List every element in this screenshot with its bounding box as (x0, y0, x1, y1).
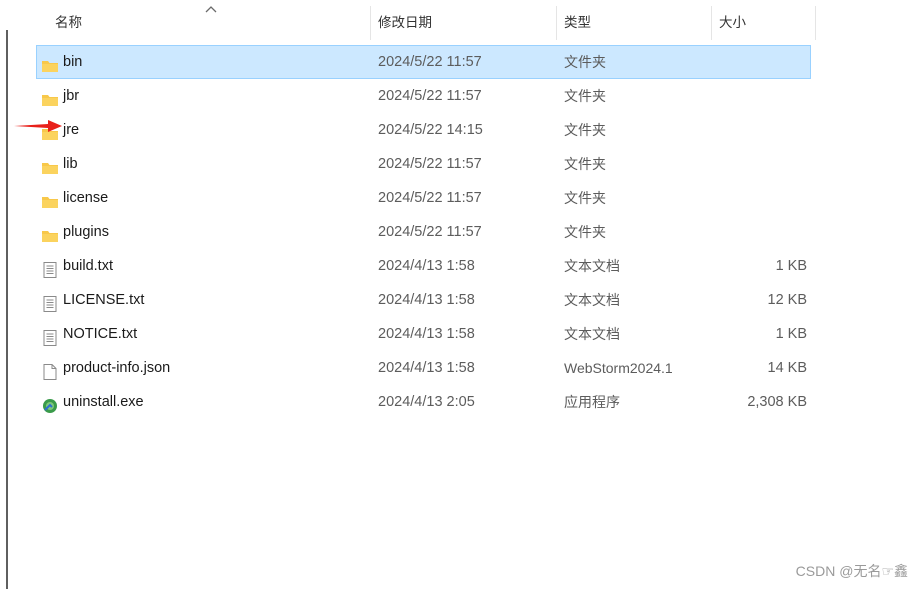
list-item[interactable]: bin 2024/5/22 11:57 文件夹 (36, 45, 811, 79)
file-name: plugins (63, 224, 109, 240)
folder-icon (41, 190, 59, 208)
column-header-name[interactable]: 名称 (36, 6, 371, 40)
file-modified-date: 2024/5/22 11:57 (378, 190, 482, 206)
column-header-date-label: 修改日期 (378, 15, 432, 30)
folder-icon (41, 54, 59, 72)
text-file-icon (41, 292, 59, 312)
column-header-type-label: 类型 (564, 15, 591, 30)
file-name: NOTICE.txt (63, 326, 138, 342)
file-modified-date: 2024/5/22 11:57 (378, 224, 482, 240)
file-type: 文件夹 (564, 54, 606, 70)
list-item[interactable]: license 2024/5/22 11:57 文件夹 (36, 181, 811, 215)
file-size: 12 KB (767, 292, 808, 308)
list-item[interactable]: jbr 2024/5/22 11:57 文件夹 (36, 79, 811, 113)
file-type: 文件夹 (564, 122, 606, 138)
file-modified-date: 2024/4/13 1:58 (378, 326, 475, 342)
folder-icon (41, 88, 59, 106)
file-modified-date: 2024/4/13 1:58 (378, 360, 475, 376)
file-size: 14 KB (767, 360, 808, 376)
list-item[interactable]: LICENSE.txt 2024/4/13 1:58 文本文档 12 KB (36, 283, 811, 317)
file-name: jbr (63, 88, 80, 104)
file-modified-date: 2024/5/22 11:57 (378, 54, 482, 70)
file-size: 1 KB (775, 326, 807, 342)
file-modified-date: 2024/5/22 14:15 (378, 122, 483, 138)
column-header-date[interactable]: 修改日期 (371, 6, 557, 40)
text-file-icon (41, 258, 59, 278)
list-item[interactable]: uninstall.exe 2024/4/13 2:05 应用程序 2,308 KB (36, 385, 811, 419)
watermark: CSDN @无名☞鑫 (795, 563, 908, 579)
file-modified-date: 2024/5/22 11:57 (378, 156, 482, 172)
file-name: bin (63, 54, 83, 70)
file-modified-date: 2024/5/22 11:57 (378, 88, 482, 104)
blank-file-icon (41, 360, 59, 380)
file-type: 文件夹 (564, 190, 606, 206)
file-type: 文本文档 (564, 258, 620, 274)
column-header-name-label: 名称 (55, 15, 82, 30)
file-name: product-info.json (63, 360, 171, 376)
file-type: 应用程序 (564, 394, 620, 410)
file-type: 文件夹 (564, 156, 606, 172)
column-header-bar: 名称 修改日期 类型 大小 (36, 6, 816, 40)
file-modified-date: 2024/4/13 1:58 (378, 258, 475, 274)
folder-icon (41, 224, 59, 242)
file-name: build.txt (63, 258, 113, 274)
column-header-type[interactable]: 类型 (557, 6, 712, 40)
file-name: uninstall.exe (63, 394, 144, 410)
file-modified-date: 2024/4/13 2:05 (378, 394, 475, 410)
text-file-icon (41, 326, 59, 346)
list-item[interactable]: lib 2024/5/22 11:57 文件夹 (36, 147, 811, 181)
list-item[interactable]: plugins 2024/5/22 11:57 文件夹 (36, 215, 811, 249)
column-header-size[interactable]: 大小 (712, 6, 816, 40)
list-item[interactable]: NOTICE.txt 2024/4/13 1:58 文本文档 1 KB (36, 317, 811, 351)
list-item[interactable]: build.txt 2024/4/13 1:58 文本文档 1 KB (36, 249, 811, 283)
left-window-edge (0, 0, 8, 589)
file-name: license (63, 190, 109, 206)
column-header-size-label: 大小 (719, 15, 746, 30)
file-modified-date: 2024/4/13 1:58 (378, 292, 475, 308)
folder-icon (41, 156, 59, 174)
sort-ascending-icon (205, 6, 217, 13)
red-arrow-icon (14, 120, 62, 132)
file-size: 2,308 KB (747, 394, 807, 410)
file-type: WebStorm2024.1 (564, 360, 673, 376)
file-type: 文本文档 (564, 326, 620, 342)
file-type: 文件夹 (564, 224, 606, 240)
list-item[interactable]: product-info.json 2024/4/13 1:58 WebStorm2… (36, 351, 811, 385)
file-list: bin 2024/5/22 11:57 文件夹 jbr 2024/5/22 11:57 文… (36, 45, 811, 419)
file-size: 1 KB (775, 258, 807, 274)
file-name: lib (63, 156, 78, 172)
file-name: LICENSE.txt (63, 292, 145, 308)
file-type: 文件夹 (564, 88, 606, 104)
file-type: 文本文档 (564, 292, 620, 308)
uninstaller-icon (41, 394, 59, 413)
file-name: jre (63, 122, 80, 138)
list-item[interactable]: jre 2024/5/22 14:15 文件夹 (36, 113, 811, 147)
